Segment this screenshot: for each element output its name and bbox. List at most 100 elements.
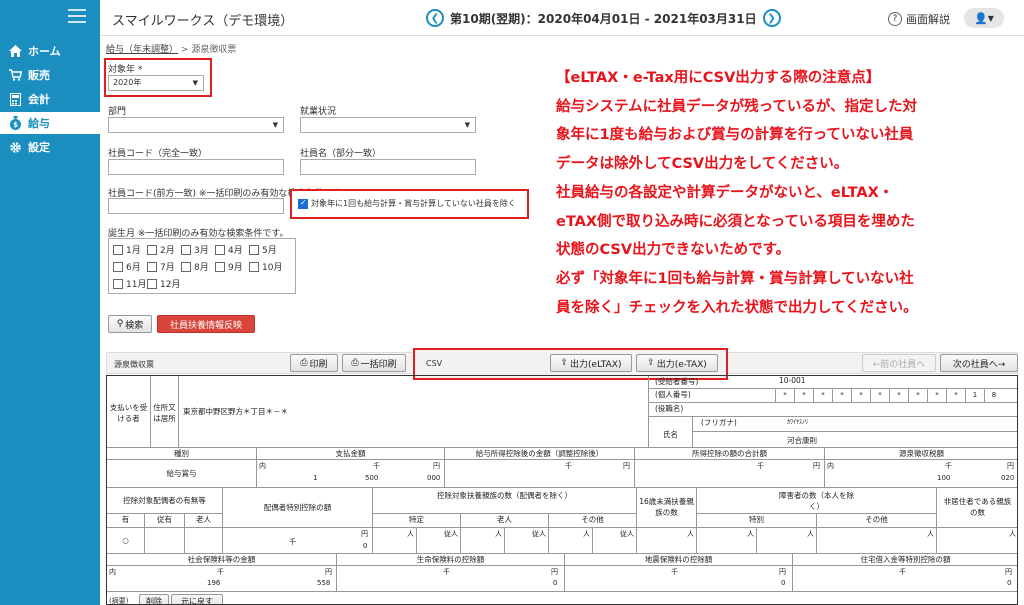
sidebar-item-payroll[interactable]: $ 給与: [0, 112, 100, 134]
sidebar-item-accounting[interactable]: 会計: [0, 88, 100, 110]
sidebar-item-sales[interactable]: 販売: [0, 64, 100, 86]
dropdown-arrow-icon: ▼: [464, 121, 470, 129]
target-year-select[interactable]: 2020年 ▼: [108, 75, 204, 91]
target-year-label: 対象年 *: [108, 65, 143, 75]
housing-value: 千 円 0: [793, 566, 1017, 592]
cart-icon: [8, 68, 22, 82]
birth-month-checkbox[interactable]: [249, 261, 259, 272]
unit-person: 人: [495, 530, 502, 538]
code-exact-input[interactable]: [108, 159, 284, 175]
birth-month-3[interactable]: 3月: [181, 243, 209, 256]
sidebar-item-settings[interactable]: 設定: [0, 136, 100, 158]
birth-month-11[interactable]: 11月: [113, 277, 146, 290]
next-employee-button[interactable]: 次の社員へ→: [940, 354, 1018, 372]
payment-million: 1: [313, 474, 318, 482]
sidebar: ホーム 販売 会計 $ 給与 設定: [0, 0, 100, 605]
personal-no-digit: *: [927, 389, 946, 402]
birth-month-6[interactable]: 6月: [113, 260, 141, 273]
sidebar-item-label: 販売: [28, 69, 50, 82]
exclude-checkbox[interactable]: [298, 198, 308, 209]
dependent-count-cell: 人: [549, 528, 593, 554]
delete-button[interactable]: 削除: [139, 594, 169, 604]
birth-month-2[interactable]: 2月: [147, 243, 175, 256]
export-eltax-button[interactable]: ⇪ 出力(eLTAX): [550, 354, 632, 372]
print-button[interactable]: ⎙ 印刷: [290, 354, 338, 372]
birth-month-checkbox[interactable]: [113, 244, 123, 255]
notice-line: 象年に1度も給与および賞与の計算を行っていない社員: [556, 127, 914, 144]
birth-month-checkbox[interactable]: [181, 261, 191, 272]
birth-month-4[interactable]: 4月: [215, 243, 243, 256]
birth-month-label-text: 10月: [262, 263, 283, 273]
birth-month-9[interactable]: 9月: [215, 260, 243, 273]
birth-month-checkbox[interactable]: [147, 244, 157, 255]
birth-month-label-text: 12月: [160, 280, 181, 290]
quake-label: 地震保険料の控除額: [565, 554, 793, 566]
help-link[interactable]: ? 画面解説: [888, 11, 950, 27]
col-dep-other: その他: [549, 514, 637, 528]
birth-month-1[interactable]: 1月: [113, 243, 141, 256]
search-button[interactable]: ⚲ 検索: [108, 315, 152, 333]
birth-month-12[interactable]: 12月: [147, 277, 180, 290]
birth-month-checkbox[interactable]: [113, 261, 123, 272]
after-income-value: 千 円: [445, 460, 635, 488]
dependents-label: 控除対象扶養親族の数（配偶者を除く）: [373, 488, 637, 514]
dependent-count-cell: 人: [373, 528, 417, 554]
dept-select[interactable]: ▼: [108, 117, 284, 133]
birth-month-checkbox[interactable]: [249, 244, 259, 255]
dependent-count-cell: 人: [817, 528, 937, 554]
birth-month-label-text: 7月: [160, 263, 175, 273]
export-etax-button[interactable]: ⇪ 出力(e-TAX): [636, 354, 718, 372]
exclude-checkbox-row[interactable]: 対象年に1回も給与計算・賞与計算していない社員を除く: [298, 198, 516, 209]
dependent-count-cell: 従人: [417, 528, 461, 554]
personal-no-digit: *: [908, 389, 927, 402]
birth-month-checkbox[interactable]: [113, 278, 123, 289]
tax-thousand: 100: [937, 474, 951, 482]
home-icon: [8, 44, 22, 58]
unit-person: 人: [583, 530, 590, 538]
birth-month-checkbox[interactable]: [181, 244, 191, 255]
next-period-button[interactable]: ❯: [762, 9, 781, 27]
unit-uchi: 内: [259, 462, 266, 470]
unit-sen: 千: [945, 462, 952, 470]
prev-period-button[interactable]: ❮: [426, 9, 444, 27]
recipient-no-row: (受給者番号) 10-001: [649, 376, 1017, 389]
bulk-print-button[interactable]: ⎙ 一括印刷: [342, 354, 406, 372]
search-icon: ⚲: [116, 319, 124, 329]
top-header: スマイルワークス（デモ環境） ❮ 第10期(翌期)：2020年04月01日 - …: [100, 0, 1024, 36]
unit-person: 人: [747, 530, 754, 538]
code-prefix-input[interactable]: [108, 198, 284, 214]
tax-yen: 020: [1001, 474, 1015, 482]
slip-doc-label: 源泉徴収票: [114, 360, 154, 369]
breadcrumb-parent[interactable]: 給与（年末調整）: [106, 45, 178, 55]
unit-en: 円: [1007, 462, 1014, 470]
sidebar-item-home[interactable]: ホーム: [0, 40, 100, 62]
prev-employee-button[interactable]: ←前の社員へ: [862, 354, 936, 372]
birth-month-8[interactable]: 8月: [181, 260, 209, 273]
personal-no-digits: * * * * * * * * * * 1 8: [775, 389, 1003, 402]
col-dis-other: その他: [817, 514, 937, 528]
unit-en: 円: [813, 462, 820, 470]
unit-en: 円: [779, 568, 786, 576]
birth-month-checkbox[interactable]: [215, 261, 225, 272]
birth-month-10[interactable]: 10月: [249, 260, 282, 273]
dependent-count-cell: 人: [937, 528, 1017, 554]
user-menu-button[interactable]: 👤 ▼: [964, 8, 1004, 28]
name-partial-input[interactable]: [300, 159, 476, 175]
restore-button[interactable]: 元に戻す: [171, 594, 223, 604]
bulk-print-label: 一括印刷: [360, 359, 397, 370]
unit-sen: 千: [757, 462, 764, 470]
menu-icon[interactable]: [68, 9, 86, 23]
birth-month-checkbox[interactable]: [147, 261, 157, 272]
chevron-down-icon: ▼: [987, 13, 994, 23]
birth-month-checkbox[interactable]: [215, 244, 225, 255]
birth-month-5[interactable]: 5月: [249, 243, 277, 256]
payee-label: 支払いを受ける者: [107, 376, 151, 448]
birth-month-checkbox[interactable]: [147, 278, 157, 289]
reflect-dependents-button[interactable]: 社員扶養情報反映: [157, 315, 255, 333]
under16-label: 16歳未満扶養親族の数: [637, 488, 697, 528]
birth-month-7[interactable]: 7月: [147, 260, 175, 273]
type-value: 給与賞与: [107, 460, 257, 488]
personal-no-digit: *: [946, 389, 965, 402]
employment-select[interactable]: ▼: [300, 117, 476, 133]
notice-line: eTAX側で取り込み時に必須となっている項目を埋めた: [556, 213, 915, 230]
